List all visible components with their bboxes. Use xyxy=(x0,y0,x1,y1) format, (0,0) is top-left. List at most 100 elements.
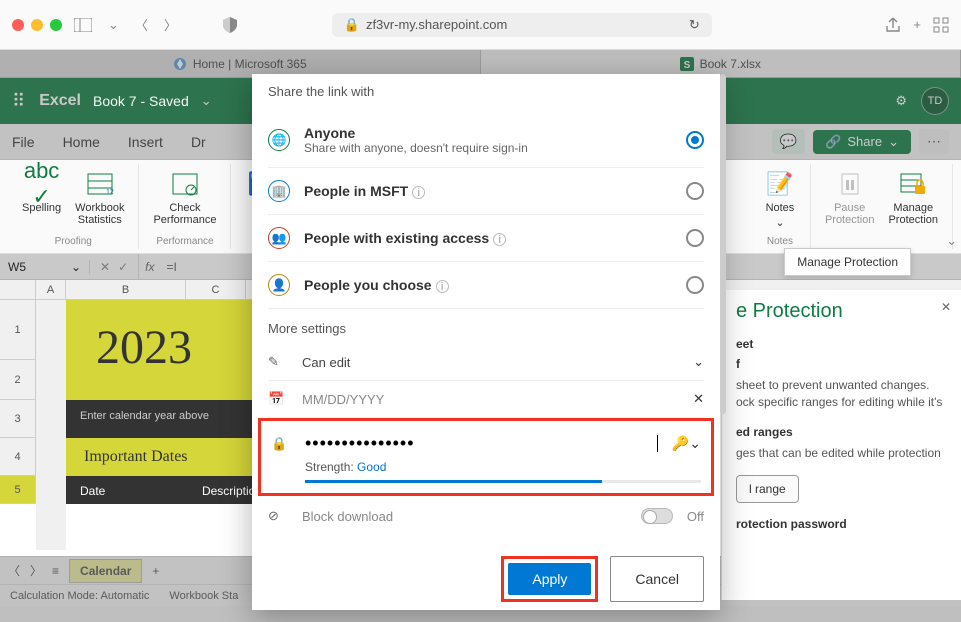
share-settings-modal: Share the link with 🌐 Anyone Share with … xyxy=(252,74,720,610)
lock-icon: 🔒 xyxy=(344,17,360,33)
chevron-down-icon: ⌄ xyxy=(775,216,784,229)
pause-icon xyxy=(834,168,866,200)
block-download-row[interactable]: ⊘ Block download Off xyxy=(268,496,704,536)
notes-icon: 📝 xyxy=(764,168,796,200)
password-strength: Strength: Good xyxy=(271,460,701,483)
globe-icon: 🌐 xyxy=(268,129,290,151)
apply-button-highlight: Apply xyxy=(501,556,598,602)
add-range-button[interactable]: l range xyxy=(736,475,799,503)
calendar-icon: 📅 xyxy=(268,391,288,407)
close-panel-icon[interactable]: ✕ xyxy=(941,300,951,314)
ribbon-group-proofing: abc✓Spelling 123Workbook Statistics Proo… xyxy=(8,164,139,249)
row-headers: 1 2 3 4 5 xyxy=(0,300,36,504)
password-row[interactable]: 🔒 ••••••••••••••• 🔑⌄ xyxy=(271,427,701,460)
calendar-year-cell[interactable]: 2023 xyxy=(66,300,276,400)
col-B[interactable]: B xyxy=(66,280,186,299)
share-option-org[interactable]: 🏢 People in MSFTi xyxy=(268,168,704,215)
radio-selected[interactable] xyxy=(686,131,704,149)
row-5[interactable]: 5 xyxy=(0,476,36,504)
important-dates-header[interactable]: Important Dates xyxy=(66,438,276,476)
radio[interactable] xyxy=(686,276,704,294)
ribbon-pause-protection[interactable]: Pause Protection xyxy=(821,166,879,247)
radio[interactable] xyxy=(686,182,704,200)
panel-subtitle: ed ranges xyxy=(736,425,947,439)
info-icon[interactable]: i xyxy=(412,186,425,199)
shield-icon[interactable] xyxy=(219,13,241,37)
info-icon[interactable]: i xyxy=(493,233,506,246)
modal-title: Share the link with xyxy=(268,84,704,99)
more-settings-label: More settings xyxy=(268,321,704,336)
ribbon-notes[interactable]: 📝Notes⌄ xyxy=(760,166,800,234)
building-icon: 🏢 xyxy=(268,180,290,202)
modal-scrollbar[interactable] xyxy=(720,74,726,414)
chevron-down-icon: ⌄ xyxy=(693,354,704,370)
panel-text: ges that can be edited while protection xyxy=(736,445,947,462)
ribbon-group-notes: 📝Notes⌄ Notes xyxy=(750,164,811,249)
url-bar[interactable]: 🔒 zf3vr-my.sharepoint.com ↻ xyxy=(332,13,712,37)
strength-meter xyxy=(305,480,701,483)
close-window[interactable] xyxy=(12,19,24,31)
block-icon: ⊘ xyxy=(268,508,288,524)
panel-subtitle: f xyxy=(736,357,947,371)
ribbon-workbook-stats[interactable]: 123Workbook Statistics xyxy=(71,166,128,234)
ribbon-collapse-icon[interactable]: ⌄ xyxy=(946,233,957,249)
password-input[interactable]: ••••••••••••••• xyxy=(305,433,658,454)
share-option-existing[interactable]: 👥 People with existing accessi xyxy=(268,215,704,262)
share-option-specific[interactable]: 👤 People you choosei xyxy=(268,262,704,309)
ribbon-manage-protection[interactable]: Manage Protection xyxy=(884,166,942,247)
back-icon[interactable]: 〈 xyxy=(131,11,152,38)
cancel-button[interactable]: Cancel xyxy=(610,556,704,602)
apply-button[interactable]: Apply xyxy=(508,563,591,595)
ribbon-check-performance[interactable]: Check Performance xyxy=(149,166,220,234)
svg-text:123: 123 xyxy=(106,189,114,196)
protection-side-panel: ✕ e Protection eet f sheet to prevent un… xyxy=(721,290,961,600)
chevron-down-icon[interactable]: ⌄ xyxy=(104,13,123,37)
sidebar-toggle-icon[interactable] xyxy=(70,14,96,36)
person-plus-icon: 👤 xyxy=(268,274,290,296)
panel-title: e Protection xyxy=(736,300,947,323)
share-option-anyone[interactable]: 🌐 Anyone Share with anyone, doesn't requ… xyxy=(268,113,704,168)
spelling-icon: abc✓ xyxy=(26,168,58,200)
clear-icon[interactable]: ✕ xyxy=(693,391,704,407)
calendar-hint-cell[interactable]: Enter calendar year above xyxy=(66,400,276,438)
url-text: zf3vr-my.sharepoint.com xyxy=(366,17,507,32)
date-desc-header[interactable]: DateDescription xyxy=(66,476,276,504)
panel-subtitle: eet xyxy=(736,337,947,351)
col-C[interactable]: C xyxy=(186,280,246,299)
password-section-highlight: 🔒 ••••••••••••••• 🔑⌄ Strength: Good xyxy=(258,418,714,496)
people-icon: 👥 xyxy=(268,227,290,249)
ribbon-group-protection: Pause Protection Manage Protection xyxy=(811,164,953,249)
pencil-icon: ✎ xyxy=(268,354,288,370)
radio[interactable] xyxy=(686,229,704,247)
lock-sheet-icon xyxy=(897,168,929,200)
browser-toolbar: ⌄ 〈 〉 🔒 zf3vr-my.sharepoint.com ↻ + xyxy=(0,0,961,50)
info-icon[interactable]: i xyxy=(436,280,449,293)
ribbon-spelling[interactable]: abc✓Spelling xyxy=(18,166,65,234)
panel-text: sheet to prevent unwanted changes. ock s… xyxy=(736,377,947,411)
window-controls xyxy=(12,19,62,31)
row-1[interactable]: 1 xyxy=(0,300,36,360)
row-3[interactable]: 3 xyxy=(0,400,36,438)
permission-dropdown[interactable]: ✎ Can edit ⌄ xyxy=(268,344,704,381)
row-4[interactable]: 4 xyxy=(0,438,36,476)
ribbon-group-performance: Check Performance Performance xyxy=(139,164,231,249)
maximize-window[interactable] xyxy=(50,19,62,31)
share-icon[interactable] xyxy=(885,17,901,33)
tabs-overview-icon[interactable] xyxy=(933,17,949,33)
performance-icon xyxy=(169,168,201,200)
row-2[interactable]: 2 xyxy=(0,360,36,400)
tooltip: Manage Protection xyxy=(784,248,911,276)
reload-icon[interactable]: ↻ xyxy=(689,17,700,33)
select-all-corner[interactable] xyxy=(0,280,36,299)
minimize-window[interactable] xyxy=(31,19,43,31)
stats-icon: 123 xyxy=(84,168,116,200)
col-A[interactable]: A xyxy=(36,280,66,299)
expiry-date-row[interactable]: 📅 MM/DD/YYYY ✕ xyxy=(268,381,704,418)
forward-icon[interactable]: 〉 xyxy=(160,11,181,38)
document-name[interactable]: Book 7 - Saved xyxy=(93,93,189,109)
panel-subtitle: rotection password xyxy=(736,517,947,531)
new-tab-icon[interactable]: + xyxy=(913,17,921,32)
key-dropdown-icon[interactable]: 🔑⌄ xyxy=(672,435,701,452)
toggle-off[interactable] xyxy=(641,508,673,524)
lock-icon: 🔒 xyxy=(271,436,291,452)
